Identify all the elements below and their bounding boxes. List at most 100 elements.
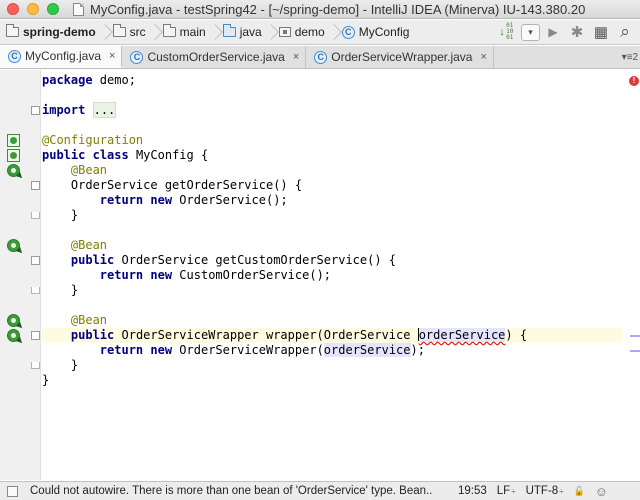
close-tab-icon[interactable]: × (293, 51, 299, 63)
code-line[interactable]: OrderService getOrderService() { (42, 178, 622, 193)
code-token: new (150, 193, 173, 207)
code-line[interactable]: return new OrderServiceWrapper(orderServ… (42, 343, 622, 358)
breadcrumb-item-main[interactable]: main (157, 20, 210, 45)
code-token: OrderService(); (172, 193, 288, 207)
tab-myconfig-java[interactable]: C MyConfig.java × (0, 46, 123, 68)
code-line[interactable]: @Bean (42, 163, 622, 178)
code-token: MyConfig { (128, 148, 209, 162)
code-line[interactable]: public OrderService getCustomOrderServic… (42, 253, 622, 268)
code-line[interactable]: ​ (42, 298, 622, 313)
code-token: } (42, 208, 79, 222)
code-line[interactable]: @Bean (42, 238, 622, 253)
window-title: MyConfig.java - testSpring42 - [~/spring… (90, 1, 586, 17)
code-line[interactable]: } (42, 358, 622, 373)
class-icon: C (8, 49, 21, 63)
code-line[interactable]: ​ (42, 88, 622, 103)
spring-bean-glyph-icon (7, 164, 25, 181)
spring-bean-autowire-icon[interactable] (7, 329, 25, 346)
run-button[interactable]: ▶ (542, 22, 564, 42)
fold-toggle-icon[interactable] (31, 331, 40, 340)
tab-customorderservice-java[interactable]: C CustomOrderService.java × (122, 46, 307, 68)
code-token: return (99, 343, 144, 357)
breadcrumb-item-spring-demo[interactable]: spring-demo (0, 20, 100, 45)
code-token: @Configuration (42, 133, 144, 147)
tab-overflow-menu[interactable]: ▾≡ 2 (622, 46, 640, 68)
lock-icon[interactable]: 🔓 (574, 486, 585, 497)
encoding-selector[interactable]: UTF-8 ÷ (526, 485, 564, 497)
code-line[interactable]: return new CustomOrderService(); (42, 268, 622, 283)
editor-gutter[interactable] (0, 70, 41, 480)
close-tab-icon[interactable]: × (109, 50, 115, 62)
fold-end-icon[interactable] (31, 212, 40, 219)
spring-bean-glyph-icon (7, 329, 25, 346)
close-tab-icon[interactable]: × (480, 51, 486, 63)
fold-toggle-icon[interactable] (31, 181, 40, 190)
caret-position[interactable]: 19:53 (458, 485, 487, 497)
fold-toggle-icon[interactable] (31, 106, 40, 115)
fold-end-icon[interactable] (31, 362, 40, 369)
code-line[interactable]: public OrderServiceWrapper wrapper(Order… (42, 328, 622, 343)
code-token: return (99, 268, 144, 282)
class-icon: C (341, 25, 355, 39)
code-line[interactable]: @Bean (42, 313, 622, 328)
error-stripe-mark[interactable] (630, 350, 640, 352)
line-separator-selector[interactable]: LF ÷ (497, 485, 516, 497)
code-area[interactable]: package demo;​import ...​@Configurationp… (42, 73, 622, 388)
breadcrumb-item-java[interactable]: java (217, 20, 266, 45)
code-line[interactable]: package demo; (42, 73, 622, 88)
spring-bean-icon[interactable] (7, 314, 25, 331)
hector-inspector-icon[interactable]: ☺ (595, 484, 608, 499)
title-bar: MyConfig.java - testSpring42 - [~/spring… (0, 0, 640, 19)
error-indicator-icon[interactable]: ! (629, 76, 639, 86)
run-configuration-dropdown[interactable]: ▾ (521, 23, 540, 41)
code-line[interactable]: import ... (42, 102, 622, 118)
breadcrumb-item-src[interactable]: src (107, 20, 150, 45)
code-token: public (70, 328, 115, 342)
code-line[interactable]: } (42, 208, 622, 223)
code-line[interactable]: ​ (42, 223, 622, 238)
spring-context-icon[interactable] (7, 149, 20, 162)
error-stripe[interactable]: ! (628, 70, 640, 480)
error-stripe-mark[interactable] (630, 335, 640, 337)
line-separator-label: LF (496, 485, 511, 497)
code-line[interactable]: @Configuration (42, 133, 622, 148)
code-line[interactable]: public class MyConfig { (42, 148, 622, 163)
build-project-button[interactable]: ↓ 01 10 01 (497, 22, 519, 42)
code-token: @Bean (70, 313, 108, 327)
code-line[interactable]: } (42, 373, 622, 388)
tab-overflow-count: 2 (632, 51, 638, 63)
maximize-window-button[interactable] (47, 3, 59, 15)
fold-end-icon[interactable] (31, 287, 40, 294)
code-line[interactable]: return new OrderService(); (42, 193, 622, 208)
project-structure-button[interactable]: ▦ (590, 22, 612, 42)
encoding-label: UTF-8 (525, 485, 559, 497)
code-line[interactable]: ​ (42, 118, 622, 133)
code-editor[interactable]: package demo;​import ...​@Configurationp… (0, 70, 640, 480)
class-icon: C (314, 50, 328, 64)
tab-orderservicewrapper-java[interactable]: C OrderServiceWrapper.java × (306, 46, 494, 68)
breadcrumb-item-myconfig[interactable]: C MyConfig (336, 20, 414, 45)
navigation-bar: spring-demo src main java demo C MyConfig ↓ 01… (0, 20, 640, 45)
source-folder-icon (222, 24, 236, 37)
spring-bean-icon[interactable] (7, 164, 25, 181)
tool-windows-toggle-icon[interactable] (7, 485, 18, 497)
navigate-arrow-icon (15, 336, 25, 346)
spring-bean-icon[interactable] (7, 239, 25, 256)
fold-toggle-icon[interactable] (31, 256, 40, 265)
search-everywhere-button[interactable]: ⌕ (614, 22, 636, 42)
class-icon: C (130, 50, 144, 64)
folded-imports[interactable]: ... (92, 102, 117, 118)
minimize-window-button[interactable] (27, 3, 39, 15)
code-line[interactable]: } (42, 283, 622, 298)
line-separator-dropdown-icon: ÷ (511, 486, 516, 496)
debug-button[interactable]: ✱ (566, 22, 588, 42)
status-message[interactable]: Could not autowire. There is more than o… (30, 485, 448, 497)
close-window-button[interactable] (7, 3, 19, 15)
spring-config-icon[interactable] (7, 134, 20, 147)
breadcrumb-item-demo[interactable]: demo (273, 20, 329, 45)
